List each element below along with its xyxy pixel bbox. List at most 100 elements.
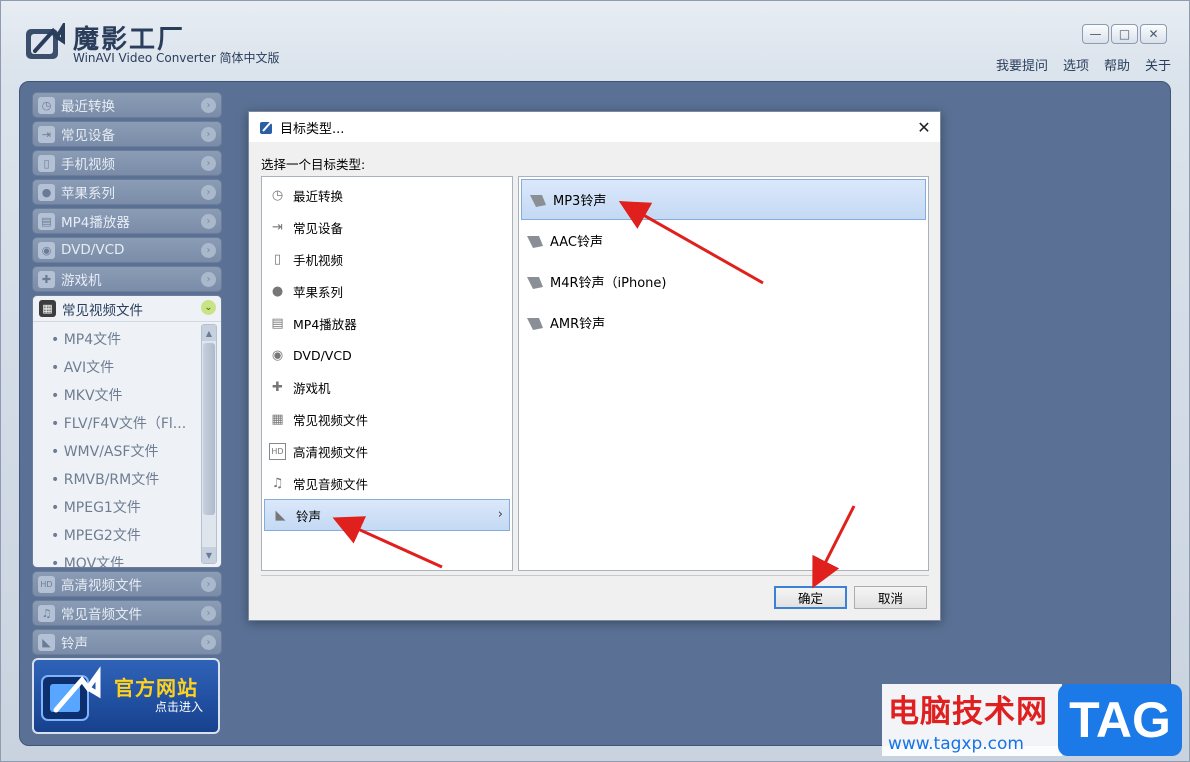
chevron-right-icon: ›: [201, 214, 216, 229]
category-item-video[interactable]: ▦ 常见视频文件: [262, 403, 512, 435]
ringtone-icon: [527, 235, 543, 248]
menu-about[interactable]: 关于: [1145, 55, 1171, 74]
music-icon: ♫: [271, 475, 284, 491]
clock-icon: ◷: [38, 96, 55, 114]
list-item[interactable]: • WMV/ASF文件: [51, 438, 221, 466]
sidebar-item-label: 高清视频文件: [61, 578, 142, 594]
list-item[interactable]: • MPEG2文件: [51, 522, 221, 550]
list-item[interactable]: • MKV文件: [51, 382, 221, 410]
device-icon: ⇥: [38, 125, 55, 143]
sidebar-item-phone[interactable]: ▯ 手机视频 ›: [32, 150, 222, 176]
sidebar-item-video-files[interactable]: ▦ 常见视频文件 ⌄: [33, 296, 221, 322]
category-item-hd[interactable]: HD 高清视频文件: [262, 435, 512, 467]
ringtone-icon: [527, 276, 543, 289]
sidebar-item-mp4[interactable]: ▤ MP4播放器 ›: [32, 208, 222, 234]
app-logo-icon: [26, 23, 65, 59]
scroll-down-icon[interactable]: ▼: [202, 547, 216, 563]
category-label: 铃声: [296, 508, 322, 524]
watermark-url: www.tagxp.com: [888, 734, 1024, 754]
chevron-down-icon: ⌄: [201, 300, 216, 315]
disc-icon: ◉: [271, 347, 284, 363]
scroll-thumb[interactable]: [203, 343, 215, 515]
app-logo-icon: [41, 666, 101, 721]
sidebar-expanded-video: ▦ 常见视频文件 ⌄ • MP4文件 • AVI文件 • MKV文件 • FLV…: [32, 295, 222, 568]
sidebar-item-label: 铃声: [61, 636, 88, 652]
category-item-apple[interactable]: ● 苹果系列: [262, 275, 512, 307]
category-label: 苹果系列: [293, 284, 344, 300]
ringtone-label: AMR铃声: [550, 317, 606, 332]
category-item-phone[interactable]: ▯ 手机视频: [262, 243, 512, 275]
ringtone-item-mp3[interactable]: MP3铃声: [521, 179, 926, 220]
close-button[interactable]: ✕: [1140, 24, 1167, 44]
ringtone-item-m4r[interactable]: M4R铃声（iPhone): [519, 261, 928, 302]
menu-help[interactable]: 帮助: [1104, 55, 1130, 74]
sidebar-item-label: 最近转换: [61, 99, 115, 115]
sidebar-item-label: DVD/VCD: [61, 242, 125, 258]
sidebar-item-audio[interactable]: ♫ 常见音频文件 ›: [32, 600, 222, 626]
gamepad-icon: ✚: [38, 270, 55, 288]
sidebar-item-label: 常见音频文件: [61, 607, 142, 623]
sidebar-item-devices[interactable]: ⇥ 常见设备 ›: [32, 121, 222, 147]
list-item[interactable]: • MP4文件: [51, 326, 221, 354]
category-item-game[interactable]: ✚ 游戏机: [262, 371, 512, 403]
ringtone-icon: [530, 194, 546, 207]
list-item[interactable]: • MOV文件: [51, 550, 221, 567]
film-icon: ▦: [271, 411, 284, 427]
category-item-devices[interactable]: ⇥ 常见设备: [262, 211, 512, 243]
list-item[interactable]: • RMVB/RM文件: [51, 466, 221, 494]
mp4-player-icon: ▤: [271, 315, 284, 331]
category-item-mp4[interactable]: ▤ MP4播放器: [262, 307, 512, 339]
clock-icon: ◷: [271, 187, 284, 203]
app-logo-icon: [260, 120, 275, 134]
category-item-ringtone[interactable]: ◣ 铃声 ›: [264, 499, 510, 531]
category-label: 游戏机: [293, 380, 331, 396]
ringtone-icon: ◣: [275, 507, 286, 523]
ringtone-icon: [527, 317, 543, 330]
target-type-dialog: 目标类型... ✕ 选择一个目标类型: ◷ 最近转换 ⇥ 常见设备 ▯ 手机视频…: [248, 111, 941, 621]
divider: [261, 575, 929, 576]
category-item-dvd[interactable]: ◉ DVD/VCD: [262, 339, 512, 371]
menu-options[interactable]: 选项: [1063, 55, 1089, 74]
category-label: 高清视频文件: [293, 444, 369, 460]
scrollbar[interactable]: ▲ ▼: [201, 324, 217, 564]
chevron-right-icon: ›: [497, 507, 503, 522]
sidebar-item-recent[interactable]: ◷ 最近转换 ›: [32, 92, 222, 118]
scroll-up-icon[interactable]: ▲: [202, 325, 216, 341]
sidebar-item-hd[interactable]: HD 高清视频文件 ›: [32, 571, 222, 597]
ringtone-item-amr[interactable]: AMR铃声: [519, 302, 928, 343]
ringtone-label: M4R铃声（iPhone): [550, 276, 667, 291]
menu-ask-question[interactable]: 我要提问: [996, 55, 1048, 74]
minimize-button[interactable]: —: [1082, 24, 1109, 44]
ringtone-item-aac[interactable]: AAC铃声: [519, 220, 928, 261]
ringtone-list: MP3铃声 AAC铃声 M4R铃声（iPhone) AMR铃声: [518, 176, 929, 571]
sidebar-item-game[interactable]: ✚ 游戏机 ›: [32, 266, 222, 292]
phone-icon: ▯: [38, 154, 55, 172]
sidebar-item-label: MP4播放器: [61, 215, 130, 231]
chevron-right-icon: ›: [201, 98, 216, 113]
category-label: 最近转换: [293, 188, 344, 204]
sidebar-item-apple[interactable]: ● 苹果系列 ›: [32, 179, 222, 205]
mp4-player-icon: ▤: [38, 212, 55, 230]
category-label: DVD/VCD: [293, 347, 352, 363]
watermark-tag: TAG: [1058, 684, 1182, 756]
maximize-button[interactable]: □: [1111, 24, 1138, 44]
sidebar-item-ringtone[interactable]: ◣ 铃声 ›: [32, 629, 222, 655]
list-item[interactable]: • AVI文件: [51, 354, 221, 382]
official-site-banner[interactable]: 官方网站 点击进入: [32, 658, 220, 734]
ringtone-icon: ◣: [38, 633, 55, 651]
list-item[interactable]: • MPEG1文件: [51, 494, 221, 522]
cancel-button[interactable]: 取消: [854, 586, 927, 609]
disc-icon: ◉: [38, 241, 55, 259]
close-icon[interactable]: ✕: [908, 112, 940, 142]
video-format-list: • MP4文件 • AVI文件 • MKV文件 • FLV/F4V文件（Fl..…: [33, 322, 221, 567]
ok-button[interactable]: 确定: [774, 586, 847, 609]
category-item-recent[interactable]: ◷ 最近转换: [262, 179, 512, 211]
category-item-audio[interactable]: ♫ 常见音频文件: [262, 467, 512, 499]
watermark-text: 电脑技术网: [888, 694, 1048, 730]
category-list: ◷ 最近转换 ⇥ 常见设备 ▯ 手机视频 ● 苹果系列 ▤ MP4播放器 ◉ D…: [261, 176, 513, 571]
gamepad-icon: ✚: [272, 379, 283, 395]
sidebar-item-label: 游戏机: [61, 273, 102, 289]
list-item[interactable]: • FLV/F4V文件（Fl...: [51, 410, 221, 438]
sidebar-item-dvd[interactable]: ◉ DVD/VCD ›: [32, 237, 222, 263]
sidebar-item-label: 手机视频: [61, 157, 115, 173]
